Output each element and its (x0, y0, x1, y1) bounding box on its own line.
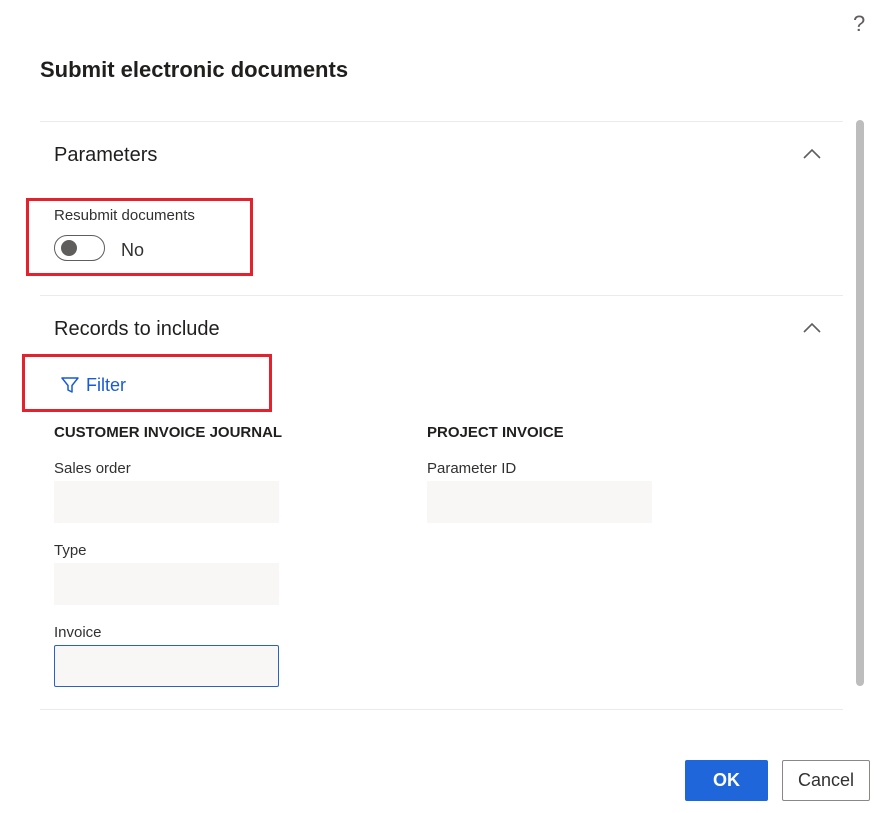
scrollbar[interactable] (856, 120, 864, 686)
chevron-up-icon[interactable] (801, 317, 823, 339)
parameter-id-input[interactable] (427, 481, 652, 523)
divider (40, 121, 843, 122)
divider (40, 295, 843, 296)
highlight-box-filter (22, 354, 272, 412)
project-invoice-heading: PROJECT INVOICE (427, 424, 564, 441)
question-icon: ? (853, 11, 866, 36)
customer-invoice-journal-heading: CUSTOMER INVOICE JOURNAL (54, 424, 283, 441)
cancel-button[interactable]: Cancel (782, 760, 870, 801)
invoice-label: Invoice (54, 624, 102, 641)
section-title-parameters[interactable]: Parameters (54, 142, 157, 168)
section-title-records[interactable]: Records to include (54, 316, 220, 342)
highlight-box-resubmit (26, 198, 253, 276)
ok-button[interactable]: OK (685, 760, 768, 801)
invoice-input[interactable] (54, 645, 279, 687)
sales-order-input[interactable] (54, 481, 279, 523)
type-label: Type (54, 542, 87, 559)
divider (40, 709, 843, 710)
sales-order-label: Sales order (54, 460, 131, 477)
parameter-id-label: Parameter ID (427, 460, 517, 477)
type-input[interactable] (54, 563, 279, 605)
chevron-up-icon[interactable] (801, 143, 823, 165)
help-button[interactable]: ? (853, 12, 865, 36)
dialog-title: Submit electronic documents (40, 57, 349, 82)
